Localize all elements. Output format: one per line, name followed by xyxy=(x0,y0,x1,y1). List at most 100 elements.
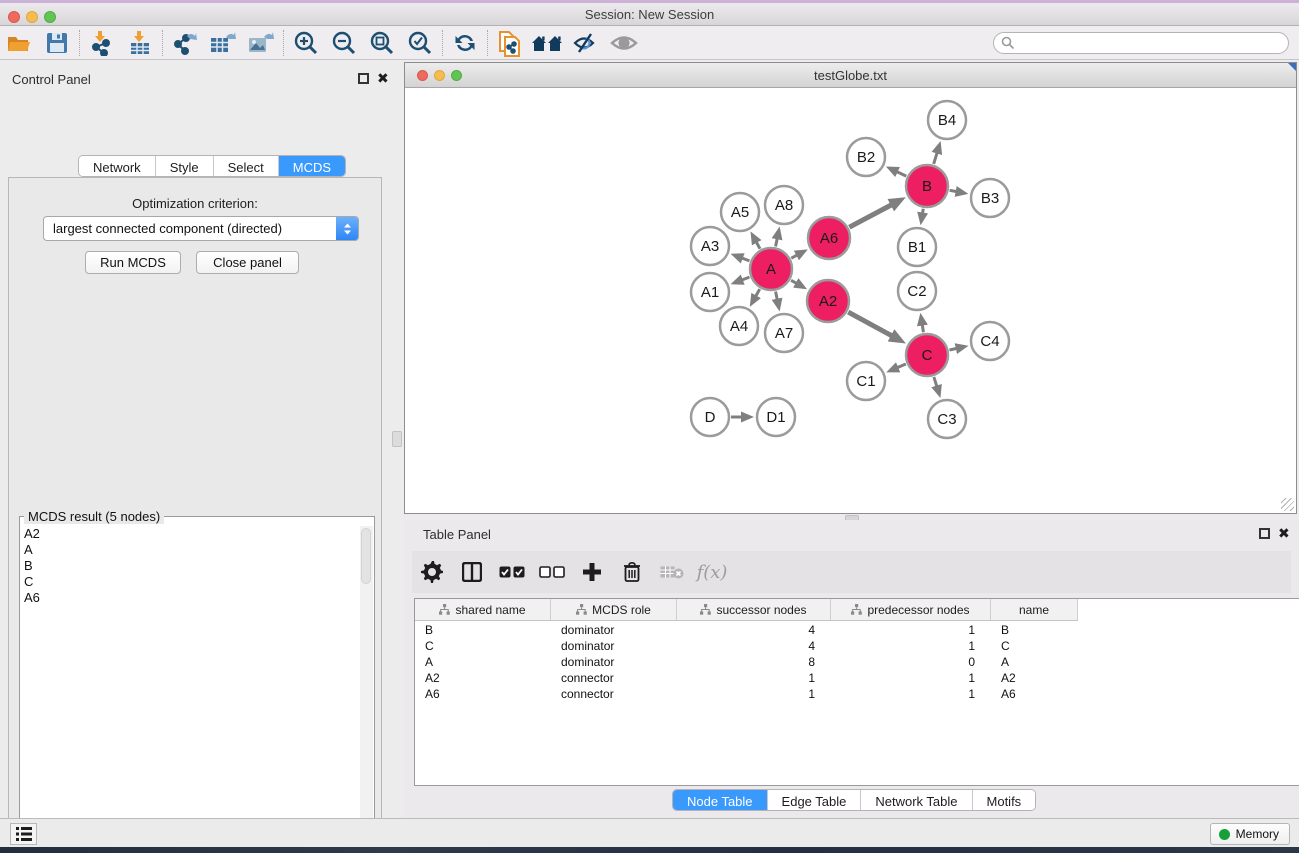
graph-edge-A-A2[interactable] xyxy=(791,280,797,283)
cell-successor-nodes[interactable]: 8 xyxy=(677,655,831,669)
function-builder-button[interactable]: f(x) xyxy=(692,555,732,589)
network-canvas[interactable]: B4B2BB3A5A8A6A3AB1A1A2C2A4A7C4CC1DD1C3 xyxy=(405,88,1296,513)
export-image-button[interactable] xyxy=(242,28,280,58)
deselect-all-columns-button[interactable] xyxy=(532,555,572,589)
delete-table-button[interactable] xyxy=(652,555,692,589)
graph-node-B1[interactable]: B1 xyxy=(898,228,936,266)
graph-node-A6[interactable]: A6 xyxy=(808,217,850,259)
graph-edge-B-B4[interactable] xyxy=(934,153,937,164)
close-table-panel-icon[interactable]: ✖ xyxy=(1278,525,1290,542)
titlebar[interactable]: Session: New Session xyxy=(0,3,1299,26)
graph-edge-A-A3[interactable] xyxy=(742,258,750,261)
export-table-button[interactable] xyxy=(204,28,242,58)
network-from-selection-button[interactable] xyxy=(491,28,529,58)
graph-node-C3[interactable]: C3 xyxy=(928,400,966,438)
graph-edge-B-B2[interactable] xyxy=(897,172,907,177)
graph-edge-B-B1[interactable] xyxy=(923,209,924,214)
tab-node-table[interactable]: Node Table xyxy=(673,790,768,810)
graph-edge-C-C2[interactable] xyxy=(922,325,923,333)
run-mcds-button[interactable]: Run MCDS xyxy=(85,251,181,274)
vertical-splitter-handle[interactable] xyxy=(392,431,402,447)
graph-edge-A2-C[interactable] xyxy=(848,312,892,336)
graph-node-A2[interactable]: A2 xyxy=(807,280,849,322)
cell-shared-name[interactable]: C xyxy=(415,639,551,653)
cell-name[interactable]: C xyxy=(991,639,1078,653)
column-header-predecessor-nodes[interactable]: predecessor nodes xyxy=(831,599,991,620)
float-panel-icon[interactable] xyxy=(358,73,369,84)
table-row-b[interactable]: Bdominator41B xyxy=(415,622,1299,638)
cell-successor-nodes[interactable]: 1 xyxy=(677,671,831,685)
graph-edge-A-A4[interactable] xyxy=(756,289,760,296)
cell-predecessor-nodes[interactable]: 1 xyxy=(831,623,991,637)
graph-node-D1[interactable]: D1 xyxy=(757,398,795,436)
cell-predecessor-nodes[interactable]: 1 xyxy=(831,687,991,701)
tab-select[interactable]: Select xyxy=(214,156,279,176)
graph-node-B3[interactable]: B3 xyxy=(971,179,1009,217)
tab-style[interactable]: Style xyxy=(156,156,214,176)
cell-shared-name[interactable]: B xyxy=(415,623,551,637)
scrollbar-thumb[interactable] xyxy=(361,528,371,584)
close-panel-button[interactable]: Close panel xyxy=(196,251,299,274)
cell-predecessor-nodes[interactable]: 0 xyxy=(831,655,991,669)
graph-node-A5[interactable]: A5 xyxy=(721,193,759,231)
refresh-button[interactable] xyxy=(446,28,484,58)
graph-node-C4[interactable]: C4 xyxy=(971,322,1009,360)
result-item-a[interactable]: A xyxy=(21,542,359,558)
graph-node-A3[interactable]: A3 xyxy=(691,227,729,265)
close-panel-icon[interactable]: ✖ xyxy=(377,70,389,87)
graph-node-B4[interactable]: B4 xyxy=(928,101,966,139)
table-row-c[interactable]: Cdominator41C xyxy=(415,638,1299,654)
search-input[interactable] xyxy=(993,32,1289,54)
table-row-a2[interactable]: A2connector11A2 xyxy=(415,670,1299,686)
result-item-c[interactable]: C xyxy=(21,574,359,590)
criterion-dropdown[interactable]: largest connected component (directed) xyxy=(43,216,359,241)
cell-shared-name[interactable]: A xyxy=(415,655,551,669)
table-settings-button[interactable] xyxy=(412,555,452,589)
column-layout-button[interactable] xyxy=(452,555,492,589)
graph-edge-A-A1[interactable] xyxy=(742,277,750,280)
zoom-in-button[interactable] xyxy=(287,28,325,58)
column-header-name[interactable]: name xyxy=(991,599,1078,620)
result-item-a6[interactable]: A6 xyxy=(21,590,359,606)
result-list-scrollbar[interactable] xyxy=(360,526,373,853)
cell-name[interactable]: A xyxy=(991,655,1078,669)
cell-shared-name[interactable]: A6 xyxy=(415,687,551,701)
import-table-button[interactable] xyxy=(121,28,159,58)
cell-name[interactable]: B xyxy=(991,623,1078,637)
select-all-columns-button[interactable] xyxy=(492,555,532,589)
memory-button[interactable]: Memory xyxy=(1210,823,1290,845)
graph-node-A[interactable]: A xyxy=(750,248,792,290)
graph-node-A7[interactable]: A7 xyxy=(765,314,803,352)
graph-edge-A6-B[interactable] xyxy=(849,205,891,227)
graph-node-D[interactable]: D xyxy=(691,398,729,436)
graph-edge-C-C3[interactable] xyxy=(934,377,937,387)
graph-node-C[interactable]: C xyxy=(906,334,948,376)
column-header-shared-name[interactable]: shared name xyxy=(415,599,551,620)
cell-successor-nodes[interactable]: 4 xyxy=(677,639,831,653)
delete-column-button[interactable] xyxy=(612,555,652,589)
graph-node-A4[interactable]: A4 xyxy=(720,307,758,345)
cell-MCDS-role[interactable]: dominator xyxy=(551,623,677,637)
result-item-b[interactable]: B xyxy=(21,558,359,574)
column-header-MCDS-role[interactable]: MCDS role xyxy=(551,599,677,620)
window-resize-grip[interactable] xyxy=(1281,498,1294,511)
tab-network-table[interactable]: Network Table xyxy=(861,790,972,810)
graph-node-B2[interactable]: B2 xyxy=(847,138,885,176)
cell-successor-nodes[interactable]: 1 xyxy=(677,687,831,701)
hide-graphics-details-button[interactable] xyxy=(567,28,605,58)
result-item-a2[interactable]: A2 xyxy=(21,526,359,542)
table-row-a6[interactable]: A6connector11A6 xyxy=(415,686,1299,702)
graph-edge-B-B3[interactable] xyxy=(950,190,957,191)
import-network-button[interactable] xyxy=(83,28,121,58)
tab-edge-table[interactable]: Edge Table xyxy=(768,790,862,810)
add-column-button[interactable] xyxy=(572,555,612,589)
zoom-fit-button[interactable] xyxy=(363,28,401,58)
cell-successor-nodes[interactable]: 4 xyxy=(677,623,831,637)
export-network-button[interactable] xyxy=(166,28,204,58)
zoom-out-button[interactable] xyxy=(325,28,363,58)
welcome-screen-button[interactable] xyxy=(529,28,567,58)
cell-MCDS-role[interactable]: dominator xyxy=(551,639,677,653)
cell-MCDS-role[interactable]: dominator xyxy=(551,655,677,669)
graph-edge-C-C4[interactable] xyxy=(949,348,956,350)
graph-edge-A-A7[interactable] xyxy=(776,292,778,300)
